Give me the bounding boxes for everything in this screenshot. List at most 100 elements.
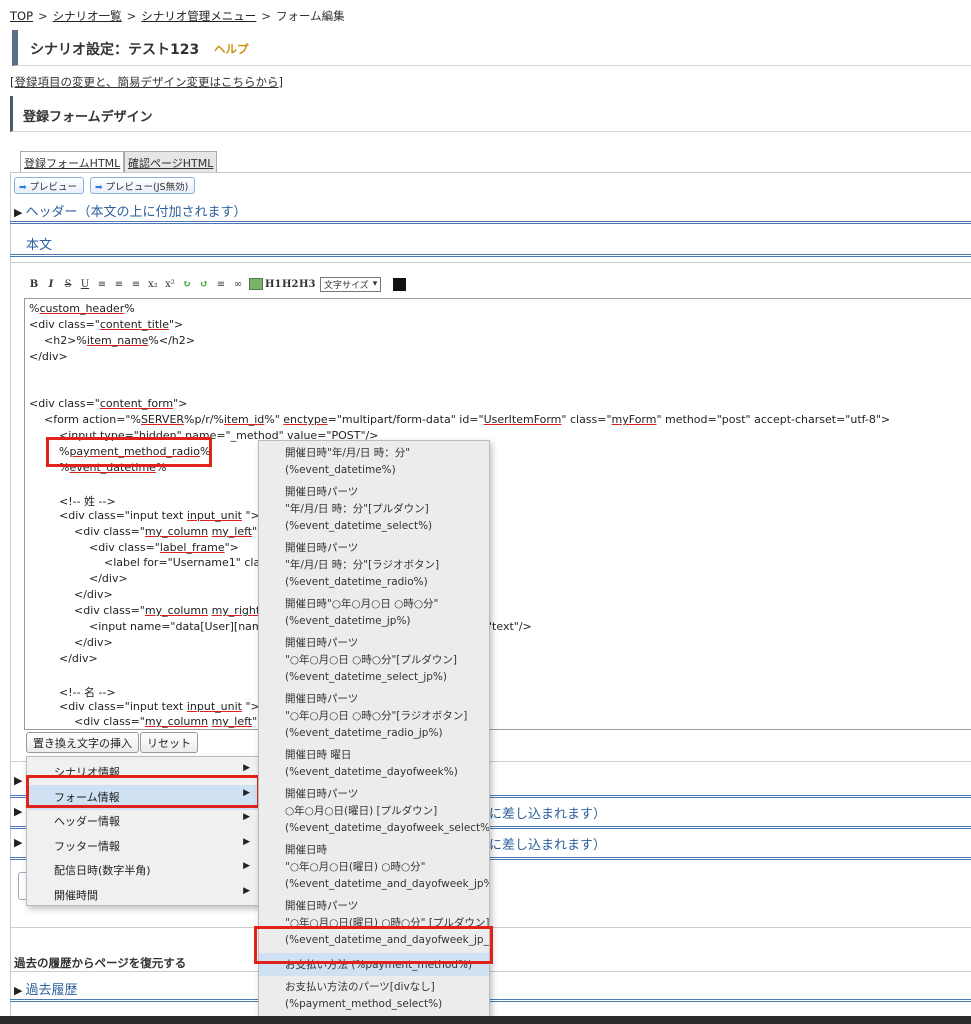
code-token: my_left xyxy=(211,715,253,729)
code-token: </div> xyxy=(29,349,68,363)
heading1-button[interactable]: H1 xyxy=(265,279,281,290)
code-token: " method="post" accept-charset="utf-8"> xyxy=(656,413,891,427)
submenu-item[interactable]: 開催日時パーツ "○年○月○日 ○時○分"[プルダウン] (%event_datet… xyxy=(259,635,489,688)
code-token: item_name xyxy=(86,333,149,347)
submenu-item-line: お支払い方法のパーツ[divなし] xyxy=(285,981,435,993)
chevron-down-icon: ▾ xyxy=(372,279,378,289)
code-token: </div> xyxy=(74,635,113,649)
section-toggle[interactable]: ▶ xyxy=(14,804,25,819)
tab-confirm-page-html[interactable]: 確認ページHTML xyxy=(124,151,218,172)
code-line: %custom_header% xyxy=(29,302,135,315)
submenu-item[interactable]: 開催日時パーツ "年/月/日 時：分"[ラジオボタン] (%event_dateti… xyxy=(259,540,489,593)
context-menu-item-label: ヘッダー情報 xyxy=(54,815,120,828)
code-line: <div class="input text input_unit "> xyxy=(59,509,260,522)
insert-replacement-text-button[interactable]: 置き換え文字の挿入 xyxy=(26,732,139,753)
code-token: "> xyxy=(168,317,184,331)
code-line: <div class="content_form"> xyxy=(29,397,187,410)
bold-button[interactable]: B xyxy=(26,279,42,290)
link-icon[interactable]: ∞ xyxy=(230,279,246,290)
horizontal-rule-button[interactable]: ≡ xyxy=(213,279,229,290)
context-menu-item[interactable]: フッター情報 ▶ xyxy=(28,834,258,859)
code-line: <label for="Username1" class xyxy=(104,556,272,569)
italic-button[interactable]: I xyxy=(43,279,59,290)
breadcrumb-separator: > xyxy=(261,9,271,23)
tab-registration-form-html[interactable]: 登録フォームHTML xyxy=(20,151,125,172)
submenu-item-line: 開催日時パーツ xyxy=(285,788,359,800)
code-line: <div class="my_column my_left"> xyxy=(74,525,266,538)
code-token: %p/r/% xyxy=(184,413,224,427)
breadcrumb-scenario-list-link[interactable]: シナリオ一覧 xyxy=(53,9,122,23)
submenu-item[interactable]: 開催日時"○年○月○日 ○時○分" (%event_datetime_jp%) xyxy=(259,596,489,632)
code-token: <div class="input text xyxy=(59,699,187,713)
submenu-item-line: ○年○月○日(曜日) [プルダウン] xyxy=(285,805,438,817)
html-code-editor[interactable]: %custom_header% <div class="content_title… xyxy=(24,298,971,730)
code-token: <div class=" xyxy=(74,715,145,729)
context-menu-item[interactable]: 開催時間 ▶ xyxy=(28,883,258,908)
code-token: <h2>% xyxy=(44,333,87,347)
code-token: label_frame xyxy=(159,540,225,554)
subscript-button[interactable]: x₂ xyxy=(145,279,161,290)
submenu-item-line: (%event_datetime_select%) xyxy=(285,520,433,532)
submenu-item-line: (%event_datetime_jp%) xyxy=(285,615,411,627)
undo-icon[interactable]: ↺ xyxy=(196,279,212,290)
code-line: <!-- 名 --> xyxy=(59,684,116,700)
font-size-select[interactable]: 文字サイズ ▾ xyxy=(320,276,382,292)
code-token: <input name="data[User][name xyxy=(89,620,270,633)
code-token: "> xyxy=(173,397,188,411)
submenu-item[interactable]: お支払い方法のパーツ[divなし] (%payment_method_select… xyxy=(259,979,489,1015)
heading2-button[interactable]: H2 xyxy=(282,279,298,290)
superscript-button[interactable]: x² xyxy=(162,279,178,290)
image-icon[interactable] xyxy=(249,278,263,290)
submenu-item-line: "○年○月○日 ○時○分"[プルダウン] xyxy=(285,654,457,666)
preview-no-js-button[interactable]: ➡ プレビュー(JS無効) xyxy=(90,177,196,194)
submenu-item[interactable]: 開催日時パーツ "○年○月○日 ○時○分"[ラジオボタン] (%event_date… xyxy=(259,691,489,744)
code-token: my_column xyxy=(144,604,209,618)
align-right-button[interactable]: ≡ xyxy=(128,279,144,290)
code-token: UserItemForm xyxy=(483,413,562,427)
code-token: % xyxy=(29,302,40,315)
submenu-item-line: 開催日時パーツ xyxy=(285,637,359,649)
submenu-item[interactable]: 開催日時パーツ ○年○月○日(曜日) [プルダウン] (%event_datetim… xyxy=(259,786,489,839)
section-title-bar: 登録フォームデザイン xyxy=(10,96,971,132)
align-left-button[interactable]: ≡ xyxy=(94,279,110,290)
breadcrumb-current: フォーム編集 xyxy=(275,9,345,23)
code-token: my_column xyxy=(144,524,209,538)
underline-button[interactable]: U xyxy=(77,279,93,290)
align-center-button[interactable]: ≡ xyxy=(111,279,127,290)
submenu-item-line: 開催日時 xyxy=(285,844,327,856)
section-toggle[interactable]: ▶ xyxy=(14,835,25,850)
submenu-item-line: "年/月/日 時：分"[ラジオボタン] xyxy=(285,559,440,571)
context-menu-item[interactable]: 配信日時(数字半角) ▶ xyxy=(28,858,258,883)
code-token: <label for="Username1" class xyxy=(104,556,272,570)
heading3-button[interactable]: H3 xyxy=(299,279,315,290)
submenu-item[interactable]: 開催日時 曜日 (%event_datetime_dayofweek%) xyxy=(259,747,489,783)
strikethrough-button[interactable]: S xyxy=(60,279,76,290)
code-token: content_form xyxy=(99,397,174,411)
preview-button[interactable]: ➡ プレビュー xyxy=(14,177,85,194)
highlight-box-payment-method-radio xyxy=(46,437,212,467)
breadcrumb-scenario-menu-link[interactable]: シナリオ管理メニュー xyxy=(141,9,256,23)
code-token: </div> xyxy=(74,588,113,602)
section-divider xyxy=(10,971,971,972)
submenu-item[interactable]: 開催日時 "○年○月○日(曜日) ○時○分" (%event_datetime_an… xyxy=(259,842,489,895)
redo-icon[interactable]: ↻ xyxy=(179,279,195,290)
section-toggle[interactable]: ▶ xyxy=(14,773,25,788)
history-toggle[interactable]: ▶ 過去履歴 xyxy=(14,979,77,998)
submenu-item-line: "○年○月○日 ○時○分"[ラジオボタン] xyxy=(285,710,468,722)
highlight-box-form-info xyxy=(26,775,260,808)
help-link[interactable]: ヘルプ xyxy=(214,41,249,57)
code-token: <form action="% xyxy=(44,413,141,427)
code-token: my_column xyxy=(144,715,209,729)
reset-button[interactable]: リセット xyxy=(140,732,198,753)
submenu-item[interactable]: 開催日時パーツ "年/月/日 時：分"[プルダウン] (%event_datetim… xyxy=(259,484,489,537)
context-menu-item[interactable]: ヘッダー情報 ▶ xyxy=(28,809,258,834)
submenu-item[interactable]: 開催日時"年/月/日 時：分" (%event_datetime%) xyxy=(259,445,489,481)
code-token: <!-- 姓 --> xyxy=(59,494,116,508)
text-color-swatch[interactable] xyxy=(393,277,407,291)
code-line: <div class="content_title"> xyxy=(29,318,183,331)
submenu-item-line: 開催日時パーツ xyxy=(285,693,359,705)
breadcrumb-top-link[interactable]: TOP xyxy=(10,9,33,23)
body-label: 本文 xyxy=(26,238,53,253)
simple-design-link[interactable]: [登録項目の変更と、簡易デザイン変更はこちらから] xyxy=(10,74,283,90)
header-section-toggle[interactable]: ▶ ヘッダー（本文の上に付加されます） xyxy=(14,201,246,220)
